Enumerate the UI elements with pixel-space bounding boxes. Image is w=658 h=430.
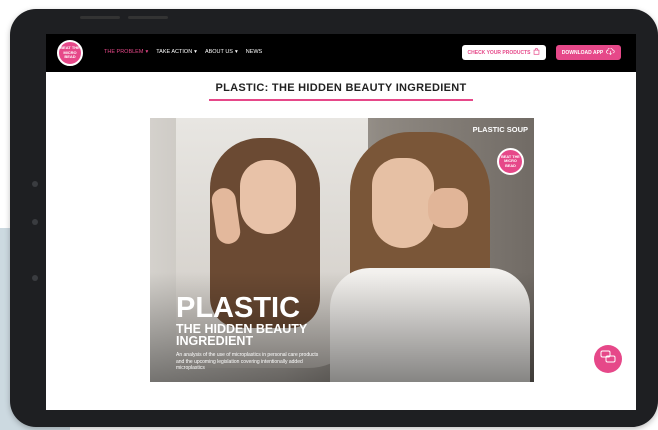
hero-description: An analysis of the use of microplastics … xyxy=(176,352,319,371)
title-underline xyxy=(209,99,473,101)
tablet-button xyxy=(128,16,168,19)
chevron-down-icon: ▾ xyxy=(194,49,197,55)
check-products-label: CHECK YOUR PRODUCTS xyxy=(467,49,531,56)
microbead-badge: BEAT THE MICRO BEAD xyxy=(497,148,524,175)
site-logo[interactable]: BEAT THE MICRO BEAD xyxy=(57,40,83,66)
nav-item-take-action[interactable]: TAKE ACTION ▾ xyxy=(156,49,197,55)
chevron-down-icon: ▾ xyxy=(234,49,238,55)
tablet-camera xyxy=(32,181,38,187)
hero-subtitle: THE HIDDEN BEAUTY INGREDIENT xyxy=(176,322,308,348)
tablet-sensor xyxy=(32,219,38,225)
nav-item-the-problem[interactable]: THE PROBLEM ▾ xyxy=(104,49,148,55)
badge-text: BEAT THE MICRO BEAD xyxy=(501,154,520,168)
logo-text: BEAT THE MICRO BEAD xyxy=(60,45,80,60)
nav-item-about-us[interactable]: ABOUT US ▾ xyxy=(205,49,238,55)
nav-item-label: ABOUT US xyxy=(204,49,233,55)
hand xyxy=(428,188,468,228)
check-products-button[interactable]: CHECK YOUR PRODUCTS xyxy=(462,45,546,60)
chevron-down-icon: ▾ xyxy=(145,49,149,55)
plastic-soup-logo: PLASTIC SOUP xyxy=(472,125,528,134)
face xyxy=(240,160,296,234)
tablet-button xyxy=(80,16,120,19)
nav-item-label: THE PROBLEM xyxy=(104,49,144,55)
face xyxy=(372,158,434,248)
shopping-bag-icon xyxy=(533,48,540,57)
chat-icon xyxy=(600,350,616,369)
chat-button[interactable] xyxy=(594,345,622,373)
page-title: PLASTIC: THE HIDDEN BEAUTY INGREDIENT xyxy=(215,82,467,94)
browser-screen: BEAT THE MICRO BEAD THE PROBLEM ▾ TAKE A… xyxy=(46,34,636,410)
cloud-download-icon xyxy=(606,47,615,57)
nav-item-news[interactable]: NEWS xyxy=(246,49,263,55)
download-app-button[interactable]: DOWNLOAD APP xyxy=(556,45,621,60)
nav-item-label: NEWS xyxy=(245,49,263,55)
nav-item-label: TAKE ACTION xyxy=(156,49,193,55)
hero-title: PLASTIC xyxy=(176,292,301,324)
hero-image: PLASTIC THE HIDDEN BEAUTY INGREDIENT An … xyxy=(150,118,534,382)
top-nav: BEAT THE MICRO BEAD THE PROBLEM ▾ TAKE A… xyxy=(46,34,636,72)
tablet-sensor xyxy=(32,275,38,281)
nav-menu: THE PROBLEM ▾ TAKE ACTION ▾ ABOUT US ▾ N… xyxy=(104,49,262,55)
download-app-label: DOWNLOAD APP xyxy=(561,49,604,56)
